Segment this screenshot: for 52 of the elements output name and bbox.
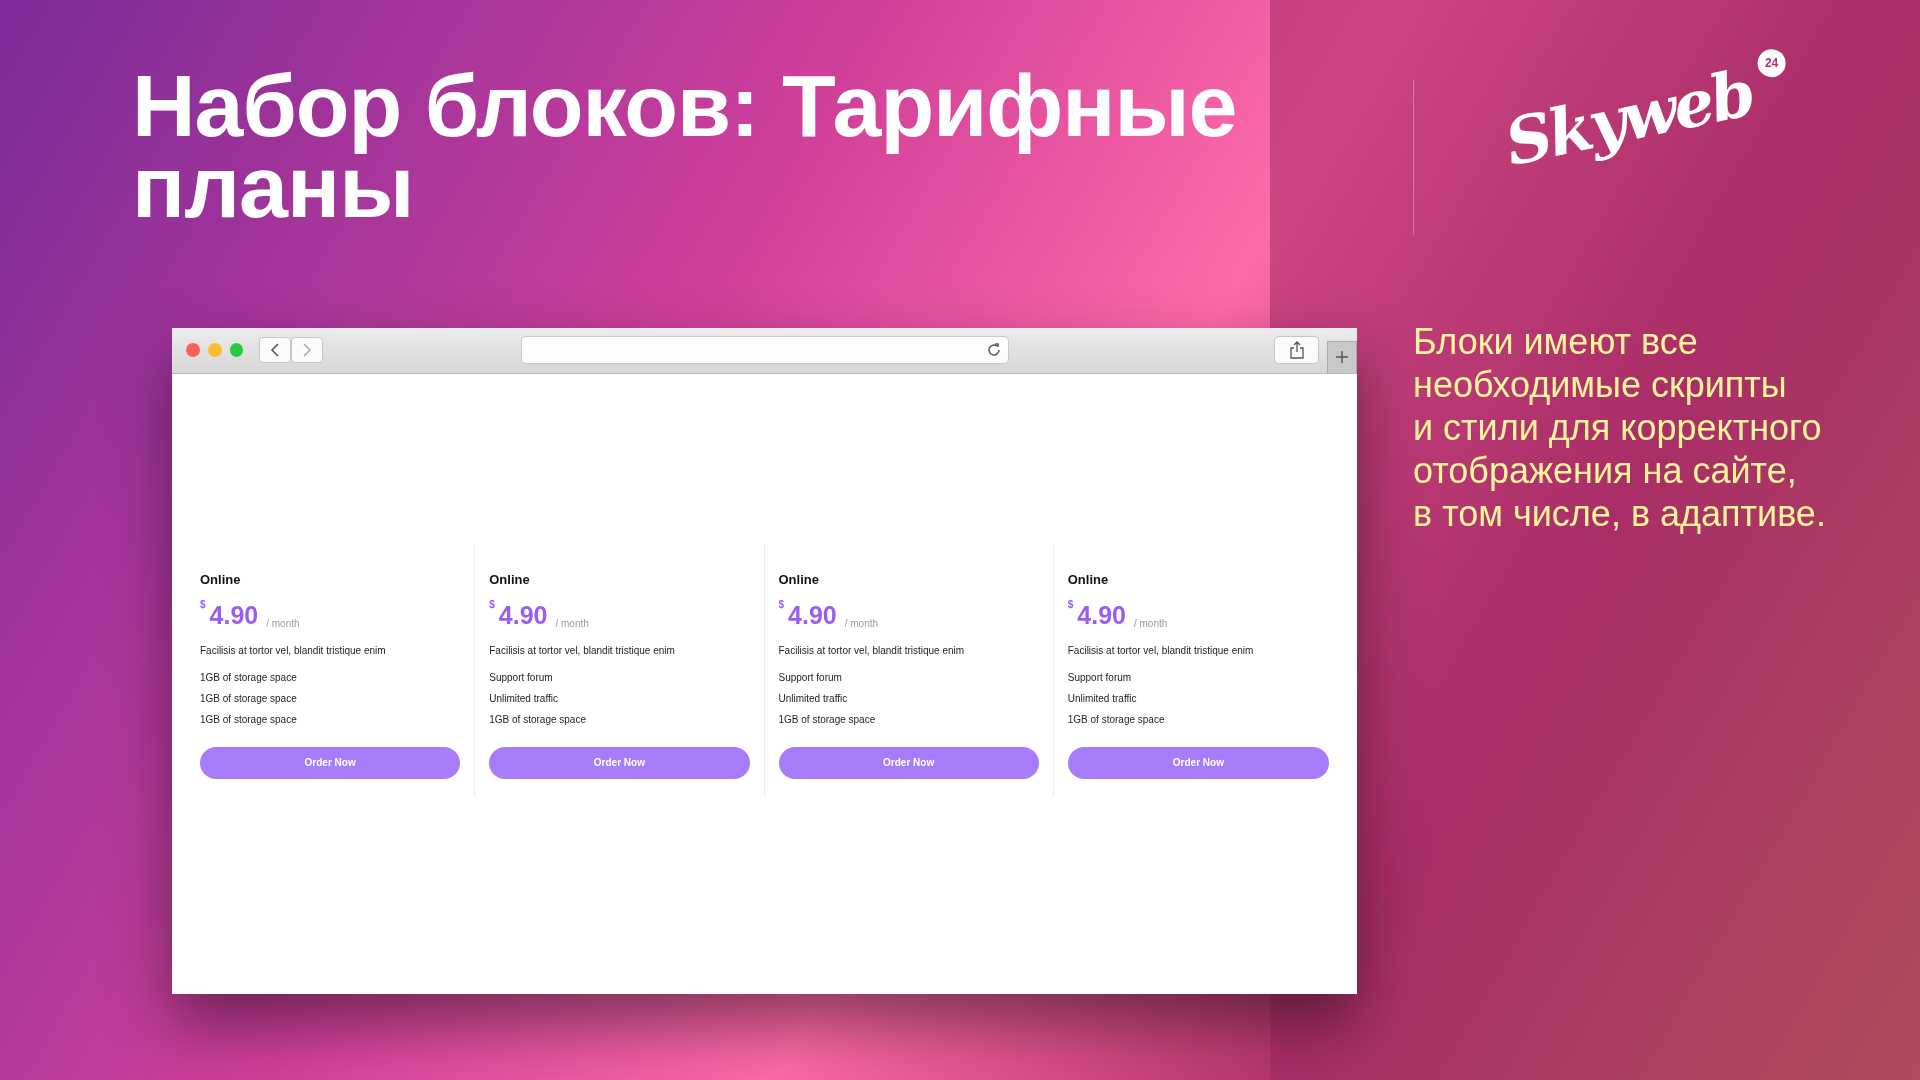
slide-title: Набор блоков: Тарифные планы <box>132 66 1238 228</box>
share-icon <box>1289 341 1304 360</box>
feature-item: 1GB of storage space <box>200 670 298 685</box>
feature-item: Support forum <box>778 670 843 685</box>
maximize-icon[interactable] <box>229 343 244 358</box>
forward-icon <box>301 343 312 358</box>
plan-name: Online <box>1067 570 1110 589</box>
share-button[interactable] <box>1274 336 1320 365</box>
currency-symbol: $ <box>200 598 206 613</box>
plan-summary: Facilisis at tortor vel, blandit tristique enim <box>778 643 966 658</box>
price-period: / month <box>844 616 879 631</box>
price-period: / month <box>555 616 589 631</box>
minimize-icon[interactable] <box>207 343 222 358</box>
plan-summary: Facilisis at tortor vel, blandit tristique enim <box>200 643 387 658</box>
plan-summary: Facilisis at tortor vel, blandit tristique enim <box>489 643 676 658</box>
price: 4.90 <box>1077 600 1126 632</box>
description-text: Блоки имеют все необходимые скрипты и стили для корректного отображения на сайте, в том числе, в адаптиве. <box>1413 320 1827 535</box>
order-button[interactable]: Order Now <box>1067 746 1329 779</box>
feature-item: 1GB of storage space <box>489 712 587 727</box>
plan-name: Online <box>778 570 820 589</box>
price: 4.90 <box>788 600 837 632</box>
order-button[interactable]: Order Now <box>489 746 750 779</box>
new-tab-button[interactable] <box>1327 340 1358 373</box>
feature-item: 1GB of storage space <box>778 712 877 727</box>
currency-symbol: $ <box>778 598 785 613</box>
currency-symbol: $ <box>489 598 495 613</box>
back-icon <box>270 343 281 358</box>
back-button[interactable] <box>259 337 292 364</box>
plan-summary: Facilisis at tortor vel, blandit tristique enim <box>1067 643 1255 658</box>
price-period: / month <box>1134 616 1168 631</box>
feature-item: 1GB of storage space <box>200 712 298 727</box>
feature-item: Unlimited traffic <box>778 691 849 706</box>
logo-badge: 24 <box>1757 49 1786 78</box>
feature-item: 1GB of storage space <box>200 691 298 706</box>
order-button[interactable]: Order Now <box>778 746 1039 779</box>
currency-symbol: $ <box>1067 598 1074 613</box>
feature-item: Unlimited traffic <box>1067 691 1138 706</box>
feature-item: Unlimited traffic <box>489 691 559 706</box>
forward-button[interactable] <box>291 337 323 364</box>
plan-name: Online <box>489 570 531 589</box>
feature-item: Support forum <box>489 670 554 685</box>
feature-item: Support forum <box>1067 670 1133 685</box>
close-icon[interactable] <box>186 343 200 358</box>
price: 4.90 <box>498 600 548 632</box>
plus-icon <box>1335 350 1350 365</box>
price-period: / month <box>266 616 300 631</box>
reload-icon[interactable] <box>986 342 1002 359</box>
address-field[interactable] <box>520 336 1009 365</box>
order-button[interactable]: Order Now <box>200 746 461 779</box>
feature-item: 1GB of storage space <box>1067 712 1166 727</box>
price: 4.90 <box>209 600 259 632</box>
plan-name: Online <box>200 570 242 589</box>
